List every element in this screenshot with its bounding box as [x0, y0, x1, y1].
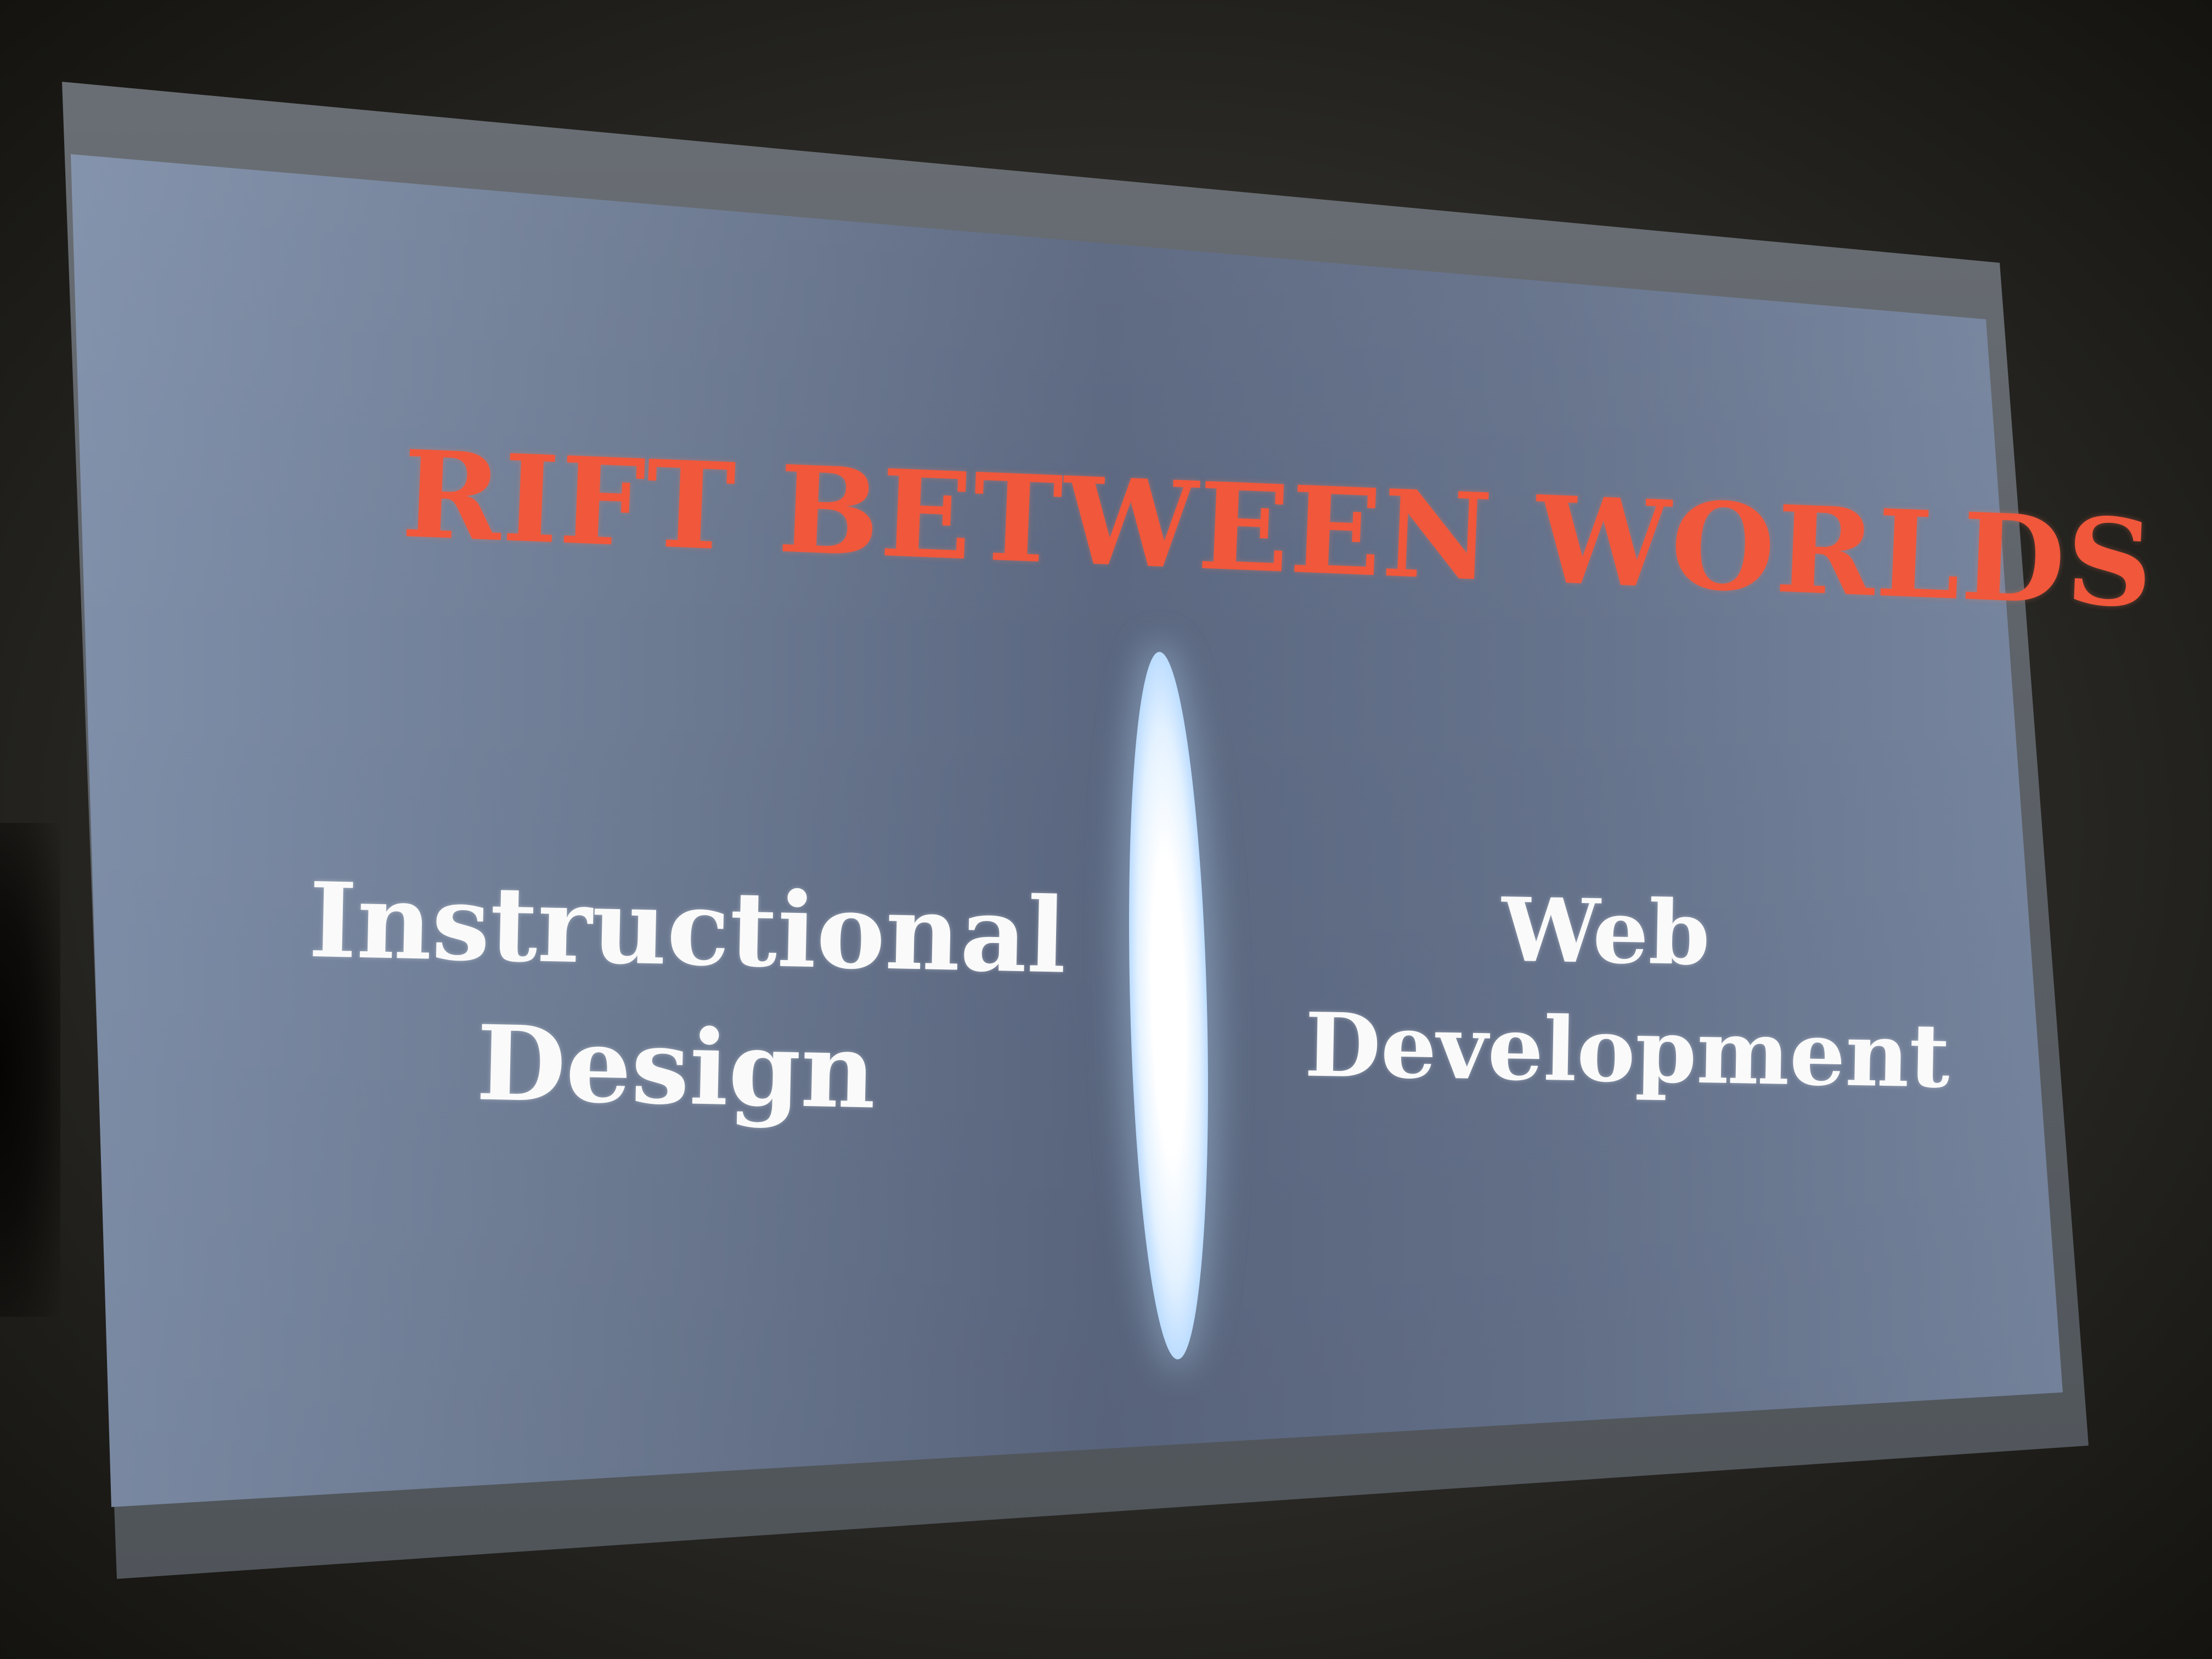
left-topic-line-1: Instructional	[307, 859, 1068, 997]
left-topic-line-2: Design	[475, 1002, 877, 1132]
right-topic-line-1: Web	[1500, 878, 1711, 985]
right-topic-line-2: Development	[1304, 993, 1951, 1108]
right-topic: Web Development	[1304, 867, 1951, 1115]
left-topic: Instructional Design	[304, 851, 1068, 1145]
audience-silhouette	[0, 823, 60, 1317]
